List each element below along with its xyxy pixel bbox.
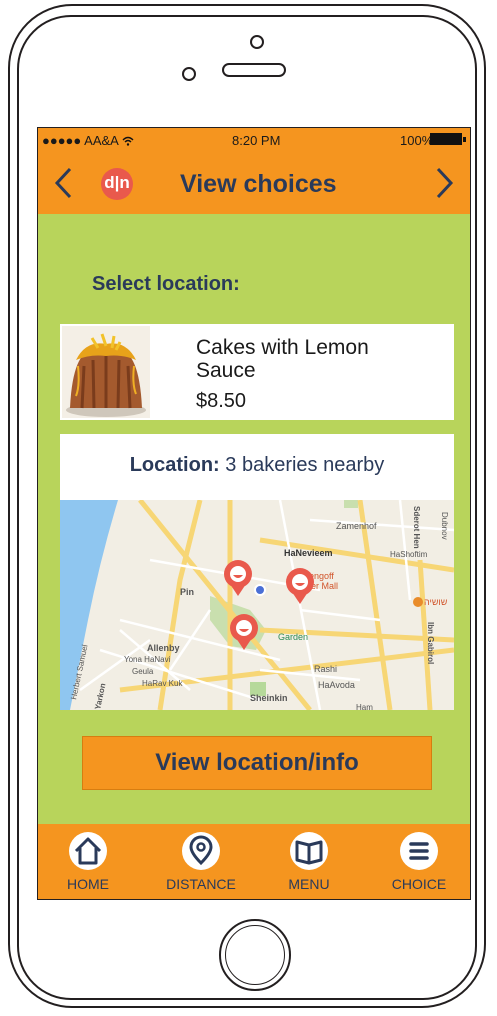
tab-bar: HOME DISTANCE MENU CHOICE — [38, 824, 470, 899]
svg-text:HaShoftim: HaShoftim — [390, 550, 428, 559]
location-card: Location: 3 bakeries nearby — [60, 434, 454, 500]
svg-text:Zamenhof: Zamenhof — [336, 521, 377, 531]
tab-choice[interactable]: CHOICE — [369, 824, 469, 899]
svg-text:Rashi: Rashi — [314, 664, 337, 674]
svg-text:Allenby: Allenby — [147, 643, 180, 653]
item-card[interactable]: Cakes with Lemon Sauce $8.50 — [60, 324, 454, 420]
select-location-heading: Select location: — [92, 273, 240, 295]
svg-text:HaNevieem: HaNevieem — [284, 548, 333, 558]
svg-text:Ibn Gabirol: Ibn Gabirol — [426, 622, 435, 664]
svg-text:Sderot Hen: Sderot Hen — [412, 506, 421, 549]
proximity-sensor — [182, 67, 196, 81]
home-icon — [69, 832, 107, 870]
svg-text:Geula: Geula — [132, 667, 154, 676]
battery-tip — [463, 137, 466, 142]
logo-text: d|n — [104, 173, 130, 192]
front-camera — [250, 35, 264, 49]
svg-text:Yona HaNavi: Yona HaNavi — [124, 655, 171, 664]
list-icon — [400, 832, 438, 870]
tab-label: MENU — [288, 876, 330, 892]
svg-text:Garden: Garden — [278, 632, 308, 642]
svg-text:Pin: Pin — [180, 587, 194, 597]
tab-label: CHOICE — [391, 876, 447, 892]
map-view[interactable]: Zamenhof HaShoftim Yona HaNavi Geula HaR… — [60, 500, 454, 710]
home-button-ring — [225, 925, 285, 985]
location-summary: Location: 3 bakeries nearby — [60, 454, 454, 477]
nav-bar: d|n View choices — [38, 152, 470, 214]
svg-text:Yarkon: Yarkon — [93, 682, 107, 710]
svg-text:HaAvoda: HaAvoda — [318, 680, 355, 690]
item-price: $8.50 — [196, 390, 247, 412]
chevron-right-icon[interactable] — [432, 166, 456, 200]
item-name: Cakes with Lemon Sauce — [196, 336, 369, 382]
location-label: Location: — [129, 454, 220, 476]
bakery-marker[interactable] — [286, 568, 314, 604]
battery-icon — [430, 133, 462, 145]
tab-label: DISTANCE — [166, 876, 236, 892]
chevron-left-icon[interactable] — [52, 166, 76, 200]
svg-text:HaRav Kuk: HaRav Kuk — [142, 679, 183, 688]
tab-label: HOME — [67, 876, 109, 892]
app-screen: ●●●●● AA&A 8:20 PM 100% d|n View choices… — [37, 127, 471, 900]
page-title: View choices — [180, 170, 337, 198]
location-count: 3 bakeries nearby — [219, 454, 385, 476]
carrier-label: ●●●●● AA&A — [42, 133, 119, 148]
map-canvas: Zamenhof HaShoftim Yona HaNavi Geula HaR… — [60, 500, 454, 710]
status-bar: ●●●●● AA&A 8:20 PM 100% — [38, 128, 470, 152]
tab-distance[interactable]: DISTANCE — [151, 824, 251, 899]
tab-menu[interactable]: MENU — [259, 824, 359, 899]
earpiece-speaker — [222, 63, 286, 77]
svg-text:Dubnov: Dubnov — [440, 512, 449, 540]
cake-image — [62, 326, 150, 418]
battery-percent: 100% — [400, 133, 434, 148]
svg-text:Sheinkin: Sheinkin — [250, 693, 288, 703]
svg-text:שושיה: שושיה — [424, 597, 448, 607]
view-location-button[interactable]: View location/info — [82, 736, 432, 790]
app-logo: d|n — [101, 168, 133, 200]
status-time: 8:20 PM — [232, 133, 281, 148]
map-pin-icon — [182, 832, 220, 870]
carrier-signal: ●●●●● AA&A — [42, 133, 134, 148]
tab-home[interactable]: HOME — [38, 824, 138, 899]
book-icon — [290, 832, 328, 870]
wifi-icon — [122, 136, 134, 146]
svg-text:Ham: Ham — [356, 703, 373, 710]
